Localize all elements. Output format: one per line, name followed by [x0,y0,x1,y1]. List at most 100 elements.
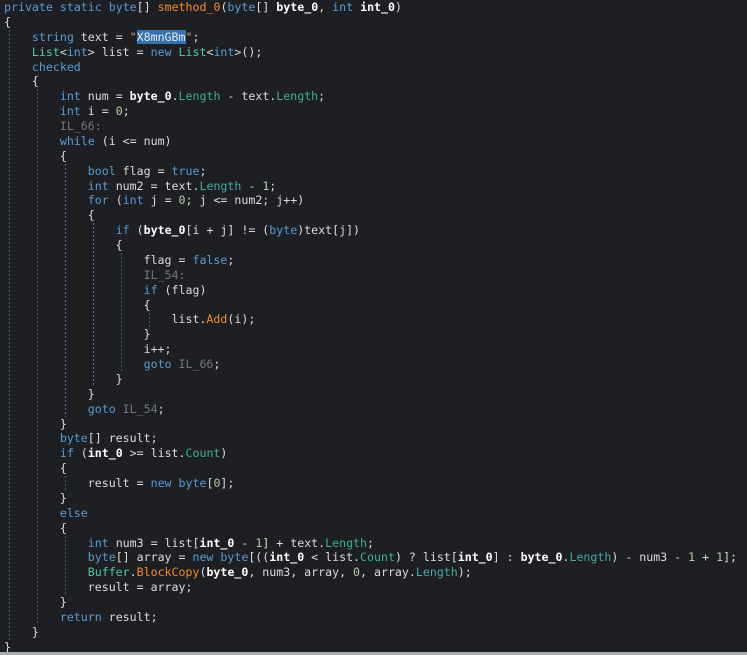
code-token [4,431,60,445]
code-line: list.Add(i); [0,312,747,327]
code-token: ); [458,565,472,579]
code-token: result = [4,476,151,490]
code-token: if [144,283,158,297]
code-token: ) [220,446,227,460]
code-token [172,476,179,490]
code-token: int [213,45,234,59]
code-token: ) - num3 - [611,550,688,564]
code-token: ; j <= num2; j++) [186,193,305,207]
code-token: private [4,0,53,14]
code-token: Length [179,89,221,103]
code-token: int [60,89,81,103]
code-token: int [123,193,144,207]
code-token: ( [109,193,123,207]
code-token: , array. [360,565,416,579]
code-token: Length [416,565,458,579]
code-token: " [186,30,193,44]
code-line: Buffer.BlockCopy(byte_0, num3, array, 0,… [0,565,747,580]
code-line: if (byte_0[i + j] != (byte)text[j]) [0,223,747,238]
code-token: j = [144,193,179,207]
code-line: if (int_0 >= list.Count) [0,446,747,461]
code-token: num = [81,89,130,103]
code-token: flag = [116,164,172,178]
code-token [102,0,109,14]
code-token: [] array = [116,550,193,564]
code-token: ) ? list[ [395,550,458,564]
code-token: Count [360,550,395,564]
code-token: [] result; [88,431,158,445]
code-token: flag = [4,253,192,267]
code-token: byte [60,431,88,445]
code-token: ; [193,30,200,44]
code-token [4,193,88,207]
code-token: byte [88,550,116,564]
code-token: ; [367,536,374,550]
code-token: >(); [234,45,262,59]
code-token: [(( [248,550,269,564]
code-token: Length [325,536,367,550]
code-token [172,357,179,371]
code-line: { [0,15,747,30]
code-token [4,506,60,520]
code-line: int num3 = list[int_0 - 1] + text.Length… [0,536,747,551]
code-token: goto [88,402,116,416]
code-token: Buffer [88,565,130,579]
code-token: 0 [116,104,123,118]
code-token: IL_66 [179,357,214,371]
code-token: byte [227,0,255,14]
code-token [4,179,88,193]
code-token: ) [395,0,402,14]
code-token: byte [220,550,248,564]
code-line: } [0,595,747,610]
code-token: ]; [723,550,737,564]
code-token: checked [32,60,81,74]
code-token: byte_0 [206,565,248,579]
code-token [4,357,144,371]
code-token: , [318,0,332,14]
code-line: } [0,387,747,402]
code-token [4,164,88,178]
code-token: } [4,491,67,505]
code-token: ]; [220,476,234,490]
code-token: byte [179,476,207,490]
code-token: - [234,536,255,550]
code-token: int_0 [199,536,234,550]
code-token: } [4,387,95,401]
code-token: . [130,565,137,579]
code-token: byte_0 [276,0,318,14]
code-token: int_0 [360,0,395,14]
code-token [4,610,60,624]
code-token [172,45,179,59]
code-token: new [151,476,172,490]
code-line: result = new byte[0]; [0,476,747,491]
code-token: int [332,0,353,14]
code-token: byte_0 [144,223,186,237]
code-token [4,60,32,74]
code-token: if [60,446,74,460]
code-line: for (int j = 0; j <= num2; j++) [0,193,747,208]
code-token: text = [74,30,130,44]
code-token: byte [109,0,137,14]
code-token: int_0 [88,446,123,460]
code-line: int num = byte_0.Length - text.Length; [0,89,747,104]
code-token: Length [569,550,611,564]
code-token: [i + j] != ( [186,223,270,237]
code-token: , num3, array, [248,565,353,579]
code-line: } [0,417,747,432]
code-token: IL_54 [123,402,158,416]
code-line: List<int> list = new List<int>(); [0,45,747,60]
code-line: byte[] array = new byte[((int_0 < list.C… [0,550,747,565]
code-line: IL_54: [0,268,747,283]
code-token: List [32,45,60,59]
code-token: if [116,223,130,237]
code-token: result; [102,610,158,624]
code-token: (flag) [158,283,207,297]
code-line: private static byte[] smethod_0(byte[] b… [0,0,747,15]
code-token [4,550,88,564]
code-token: ; [213,357,220,371]
code-token [4,536,88,550]
code-line: { [0,208,747,223]
code-editor[interactable]: private static byte[] smethod_0(byte[] b… [0,0,747,655]
code-token: ; [318,89,325,103]
code-token [4,134,60,148]
